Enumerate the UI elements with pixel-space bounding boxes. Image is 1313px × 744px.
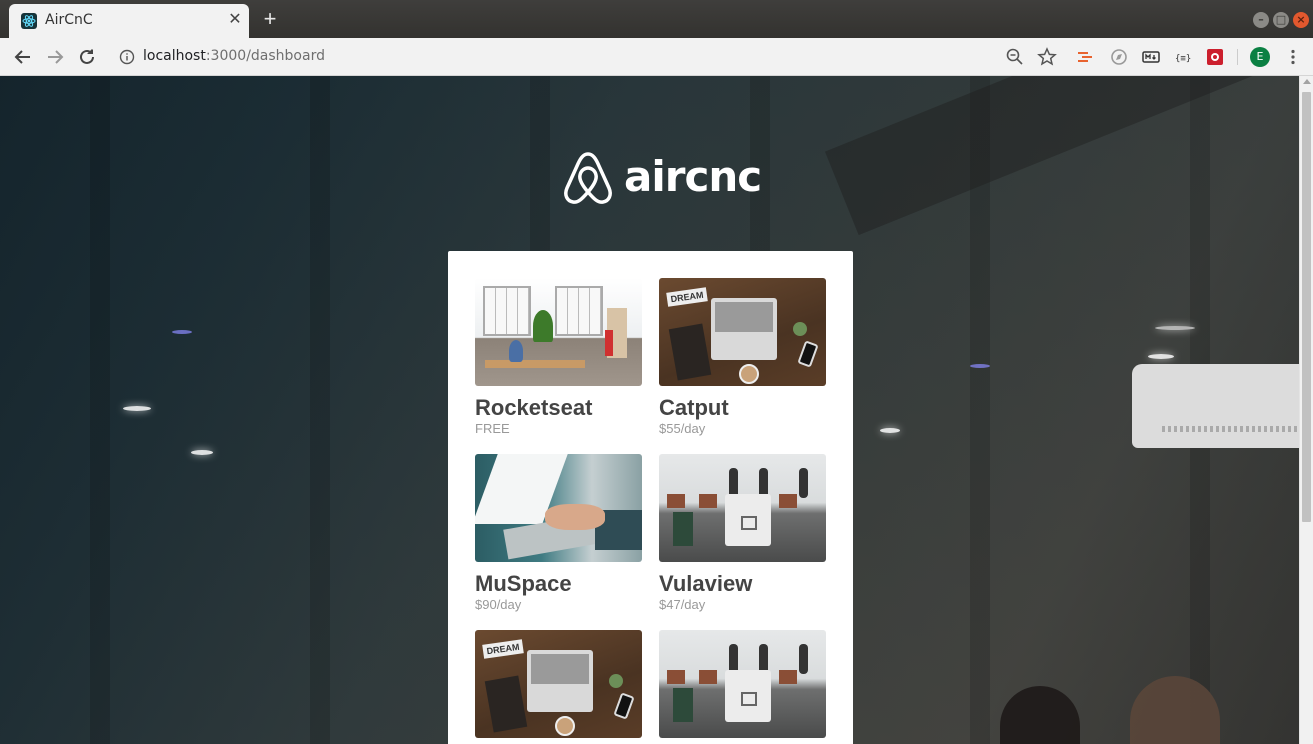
background-light	[1155, 326, 1195, 330]
spot-name: Rocketseat	[475, 395, 593, 420]
spot-item[interactable]: Vulaview $47/day	[659, 454, 826, 612]
info-icon[interactable]	[118, 48, 136, 66]
background-air-conditioner	[1132, 364, 1299, 448]
spot-thumbnail: DREAM	[475, 630, 642, 738]
browser-tab[interactable]: AirCnC ✕	[9, 4, 249, 38]
address-bar[interactable]: localhost:3000/dashboard	[143, 48, 325, 64]
background-light	[880, 428, 900, 433]
reload-icon[interactable]	[76, 46, 98, 68]
background-glow	[172, 330, 192, 334]
spot-thumbnail	[475, 278, 642, 386]
star-icon[interactable]	[1037, 47, 1057, 67]
window-minimize-button[interactable]: –	[1253, 12, 1269, 28]
react-favicon-icon	[21, 13, 37, 29]
tab-title: AirCnC	[45, 12, 93, 28]
window-maximize-button[interactable]: □	[1273, 12, 1289, 28]
spot-name: Catput	[659, 395, 729, 420]
spot-item[interactable]: MuSpace $90/day	[475, 454, 642, 612]
profile-avatar[interactable]: E	[1250, 47, 1270, 67]
spot-name: Vulaview	[659, 571, 753, 596]
background-ceiling	[824, 76, 1299, 236]
extension-json-icon[interactable]: {≡}	[1173, 47, 1193, 67]
scroll-up-arrow-icon[interactable]	[1303, 79, 1311, 84]
extension-redux-icon[interactable]	[1075, 47, 1095, 67]
page-scrollbar[interactable]	[1299, 76, 1313, 744]
kebab-menu-icon[interactable]	[1283, 47, 1303, 67]
spot-name: MuSpace	[475, 571, 572, 596]
spot-thumbnail: DREAM	[659, 278, 826, 386]
background-person	[1130, 676, 1220, 744]
spot-item[interactable]: Rocketseat FREE	[475, 278, 642, 436]
toolbar-divider	[1237, 49, 1238, 65]
window-close-button[interactable]: ×	[1293, 12, 1309, 28]
browser-titlebar: AirCnC ✕ + – □ ×	[0, 0, 1313, 38]
spot-price: FREE	[475, 421, 510, 436]
svg-text:{≡}: {≡}	[1175, 54, 1191, 64]
spot-price: $90/day	[475, 597, 522, 612]
background-light	[191, 450, 213, 455]
background-person	[1000, 686, 1080, 744]
spot-thumbnail	[475, 454, 642, 562]
extension-red-icon[interactable]	[1205, 47, 1225, 67]
spot-price: $55/day	[659, 421, 706, 436]
spot-thumbnail	[659, 630, 826, 738]
browser-toolbar: localhost:3000/dashboard {≡} E	[0, 38, 1313, 76]
spot-item[interactable]: DREAM	[475, 630, 642, 738]
tab-close-icon[interactable]: ✕	[226, 11, 244, 29]
arrow-left-icon[interactable]	[12, 46, 34, 68]
spot-item[interactable]: DREAM Catput $55/day	[659, 278, 826, 436]
extension-markdown-icon[interactable]	[1141, 47, 1161, 67]
background-light	[1148, 354, 1174, 359]
logo-text: aircnc	[624, 152, 762, 201]
arrow-right-icon[interactable]	[44, 46, 66, 68]
airbnb-belo-icon	[564, 152, 612, 204]
spot-price: $47/day	[659, 597, 706, 612]
new-tab-button[interactable]: +	[259, 8, 281, 30]
url-host: localhost	[143, 48, 206, 64]
background-glow	[970, 364, 990, 368]
background-light	[123, 406, 151, 411]
url-path: :3000/dashboard	[205, 48, 325, 64]
spot-item[interactable]	[659, 630, 826, 738]
scrollbar-thumb[interactable]	[1302, 92, 1311, 522]
spot-list-card: Rocketseat FREE DREAM Catput $55/day MuS…	[448, 251, 853, 744]
zoom-out-icon[interactable]	[1005, 47, 1025, 67]
extension-compass-icon[interactable]	[1109, 47, 1129, 67]
spot-thumbnail	[659, 454, 826, 562]
